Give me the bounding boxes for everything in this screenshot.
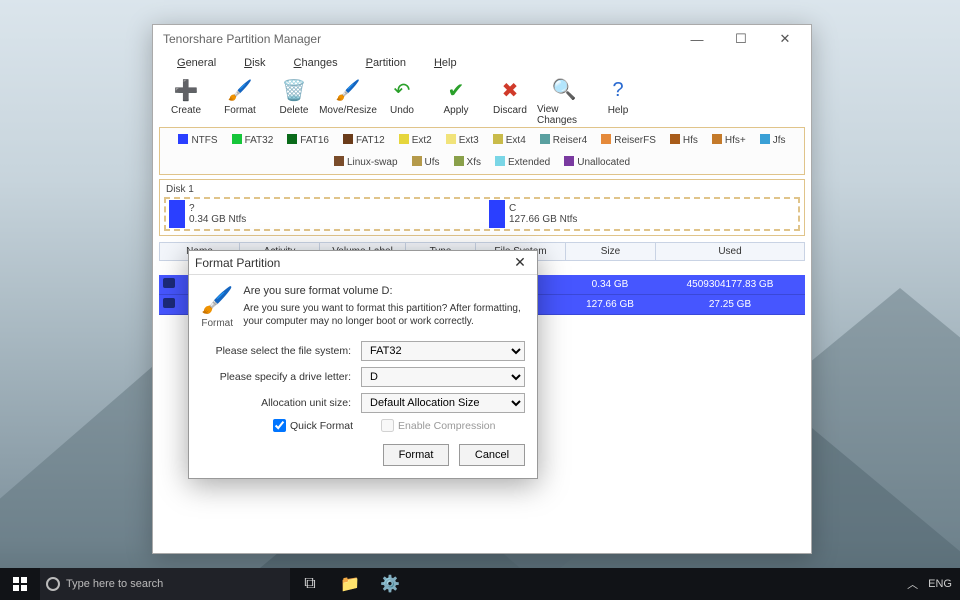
format-icon: 🖌️ xyxy=(227,77,253,103)
legend-item: Extended xyxy=(495,156,550,168)
titlebar: Tenorshare Partition Manager — ☐ ✕ xyxy=(153,25,811,53)
letter-select[interactable]: D xyxy=(361,367,525,387)
dialog-cancel-button[interactable]: Cancel xyxy=(459,444,525,466)
legend-item: Ext4 xyxy=(493,134,526,146)
alloc-label: Allocation unit size: xyxy=(201,397,361,409)
apply-icon: ✔ xyxy=(443,77,469,103)
disk-label: Disk 1 xyxy=(164,182,800,197)
dialog-close-button[interactable]: ✕ xyxy=(509,254,531,271)
view-changes-button[interactable]: 🔍View Changes xyxy=(537,75,591,125)
format-button[interactable]: 🖌️Format xyxy=(213,75,267,125)
legend-item: Jfs xyxy=(760,134,786,146)
letter-label: Please specify a drive letter: xyxy=(201,371,361,383)
legend-item: Xfs xyxy=(454,156,481,168)
format-dialog: Format Partition ✕ 🖌️ Format Are you sur… xyxy=(188,250,538,479)
cortana-icon xyxy=(46,577,60,591)
view-icon: 🔍 xyxy=(551,77,577,102)
legend-item: FAT16 xyxy=(287,134,329,146)
windows-icon xyxy=(13,577,27,591)
legend-item: Unallocated xyxy=(564,156,630,168)
delete-button[interactable]: 🗑️Delete xyxy=(267,75,321,125)
dialog-titlebar: Format Partition ✕ xyxy=(189,251,537,275)
legend-item: Ext2 xyxy=(399,134,432,146)
apply-button[interactable]: ✔Apply xyxy=(429,75,483,125)
legend-item: Linux-swap xyxy=(334,156,398,168)
enable-compression-checkbox[interactable]: Enable Compression xyxy=(381,419,495,432)
menu-disk[interactable]: Disk xyxy=(244,57,265,69)
ntfs-block-icon xyxy=(489,200,505,228)
create-button[interactable]: ➕Create xyxy=(159,75,213,125)
dialog-icon: 🖌️ Format xyxy=(201,285,233,329)
taskbar-app-1[interactable]: 📁 xyxy=(330,568,370,600)
delete-icon: 🗑️ xyxy=(281,77,307,103)
format-icon: 🖌️ xyxy=(201,285,233,316)
move-resize-button[interactable]: 🖌️Move/Resize xyxy=(321,75,375,125)
dialog-title: Format Partition xyxy=(195,256,509,270)
window-title: Tenorshare Partition Manager xyxy=(157,32,675,46)
fs-select[interactable]: FAT32 xyxy=(361,341,525,361)
undo-button[interactable]: ↶Undo xyxy=(375,75,429,125)
quick-format-checkbox[interactable]: Quick Format xyxy=(273,419,353,432)
disk-panel: Disk 1 ?0.34 GB Ntfs C127.66 GB Ntfs xyxy=(159,179,805,236)
move-icon: 🖌️ xyxy=(335,77,361,103)
taskbar: Type here to search ⧉ 📁 ⚙️ ︿ ENG xyxy=(0,568,960,600)
legend-item: Hfs+ xyxy=(712,134,746,146)
row-icon xyxy=(163,278,175,288)
discard-button[interactable]: ✖Discard xyxy=(483,75,537,125)
minimize-button[interactable]: — xyxy=(675,29,719,49)
maximize-button[interactable]: ☐ xyxy=(719,29,763,49)
alloc-select[interactable]: Default Allocation Size xyxy=(361,393,525,413)
menu-changes[interactable]: Changes xyxy=(294,57,338,69)
taskbar-app-2[interactable]: ⚙️ xyxy=(370,568,410,600)
discard-icon: ✖ xyxy=(497,77,523,103)
task-view-button[interactable]: ⧉ xyxy=(290,568,330,600)
menubar: General Disk Changes Partition Help xyxy=(153,53,811,73)
create-icon: ➕ xyxy=(173,77,199,103)
system-tray: ︿ ENG xyxy=(907,576,960,592)
fs-label: Please select the file system: xyxy=(201,345,361,357)
start-button[interactable] xyxy=(0,577,40,591)
ntfs-block-icon xyxy=(169,200,185,228)
help-button[interactable]: ?Help xyxy=(591,75,645,125)
close-button[interactable]: ✕ xyxy=(763,29,807,49)
legend-item: FAT32 xyxy=(232,134,274,146)
legend-item: FAT12 xyxy=(343,134,385,146)
legend-item: Ufs xyxy=(412,156,440,168)
partition-1[interactable]: C127.66 GB Ntfs xyxy=(486,199,798,229)
menu-general[interactable]: General xyxy=(177,57,216,69)
dialog-warning: Are you sure you want to format this par… xyxy=(243,303,525,328)
search-placeholder: Type here to search xyxy=(66,578,163,590)
legend-item: Reiser4 xyxy=(540,134,587,146)
row-icon xyxy=(163,298,175,308)
dialog-heading: Are you sure format volume D: xyxy=(243,285,525,297)
legend-item: ReiserFS xyxy=(601,134,656,146)
toolbar: ➕Create 🖌️Format 🗑️Delete 🖌️Move/Resize … xyxy=(153,73,811,125)
partition-0[interactable]: ?0.34 GB Ntfs xyxy=(166,199,486,229)
tray-lang[interactable]: ENG xyxy=(928,578,952,590)
taskbar-search[interactable]: Type here to search xyxy=(40,568,290,600)
help-icon: ? xyxy=(605,77,631,103)
legend-item: NTFS xyxy=(178,134,217,146)
legend-item: Ext3 xyxy=(446,134,479,146)
menu-partition[interactable]: Partition xyxy=(366,57,406,69)
tray-chevron-icon[interactable]: ︿ xyxy=(907,576,918,592)
disk-bar: ?0.34 GB Ntfs C127.66 GB Ntfs xyxy=(164,197,800,231)
legend-item: Hfs xyxy=(670,134,698,146)
dialog-format-button[interactable]: Format xyxy=(383,444,449,466)
menu-help[interactable]: Help xyxy=(434,57,457,69)
filesystem-legend: NTFS FAT32 FAT16 FAT12 Ext2 Ext3 Ext4 Reiser4 Re… xyxy=(159,127,805,175)
undo-icon: ↶ xyxy=(389,77,415,103)
